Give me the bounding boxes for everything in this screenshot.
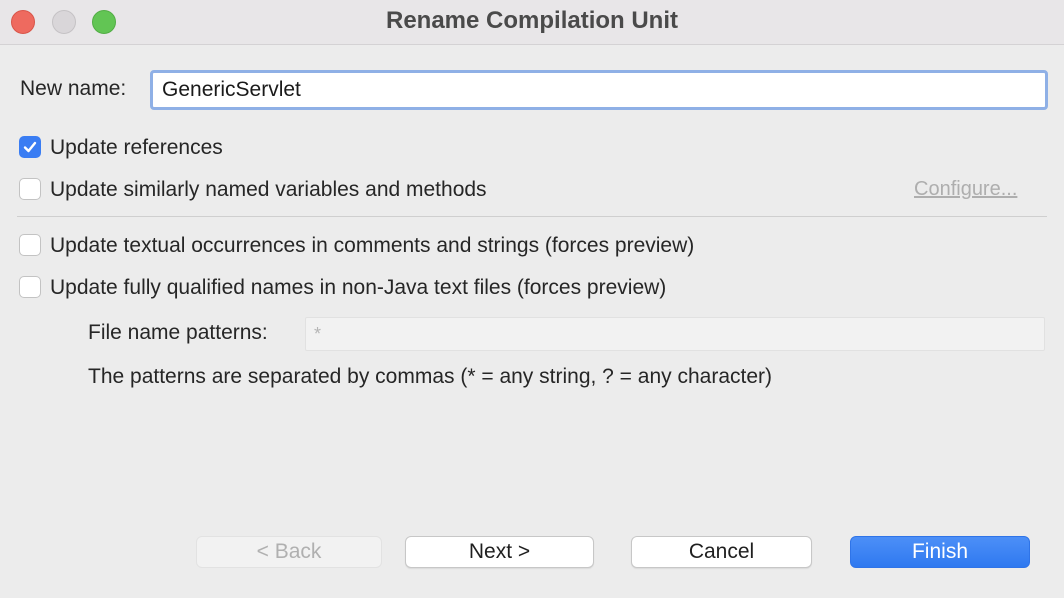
update-similar-names-label: Update similarly named variables and met… (50, 178, 487, 201)
update-qualified-names-checkbox[interactable] (19, 276, 41, 298)
finish-button[interactable]: Finish (850, 536, 1030, 568)
update-textual-occurrences-label: Update textual occurrences in comments a… (50, 234, 695, 257)
rename-dialog: Rename Compilation Unit New name: Update… (0, 0, 1064, 598)
window-title: Rename Compilation Unit (385, 7, 679, 34)
cancel-button[interactable]: Cancel (631, 536, 812, 568)
update-similar-names-checkbox[interactable] (19, 178, 41, 200)
title-bar: Rename Compilation Unit (0, 0, 1064, 45)
next-button[interactable]: Next > (405, 536, 594, 568)
separator (17, 216, 1047, 217)
update-qualified-names-label: Update fully qualified names in non-Java… (50, 276, 667, 299)
new-name-label: New name: (20, 77, 127, 100)
configure-link[interactable]: Configure... (914, 176, 1017, 202)
new-name-input[interactable] (150, 70, 1048, 110)
back-button[interactable]: < Back (196, 536, 382, 568)
update-textual-occurrences-checkbox[interactable] (19, 234, 41, 256)
update-references-checkbox[interactable] (19, 136, 41, 158)
update-references-label: Update references (50, 136, 223, 159)
file-patterns-input[interactable]: * (305, 317, 1045, 351)
checkmark-icon (23, 141, 37, 153)
file-patterns-hint: The patterns are separated by commas (* … (88, 365, 772, 388)
file-patterns-label: File name patterns: (88, 321, 268, 344)
